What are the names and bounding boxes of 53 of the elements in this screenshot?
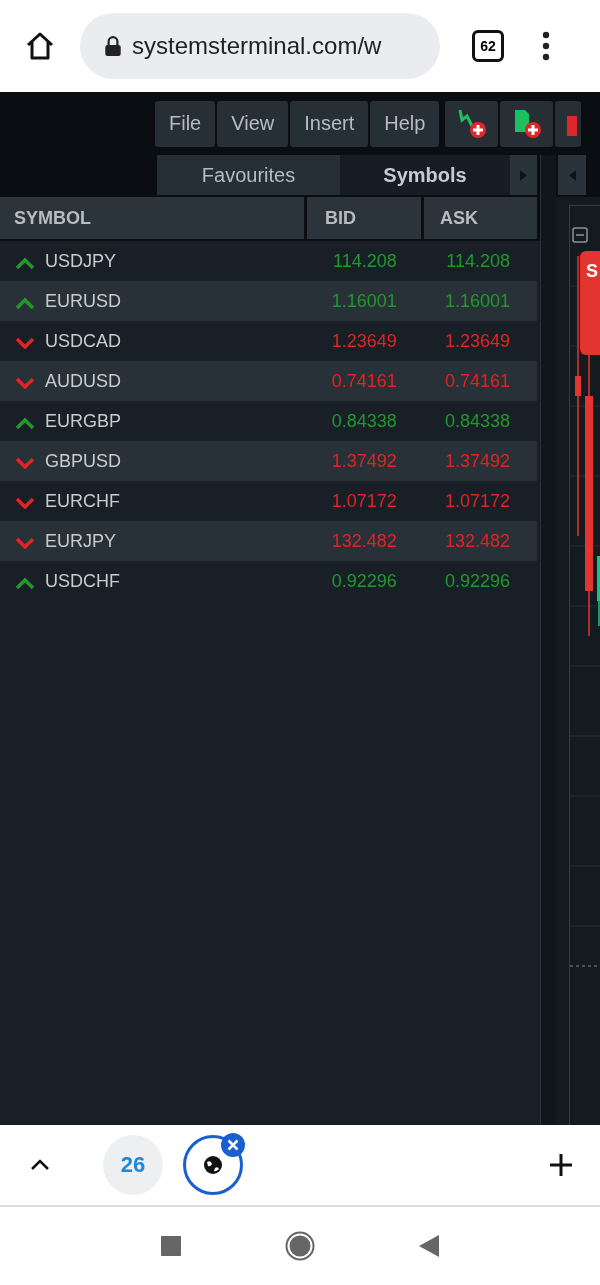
ask-price: 1.16001 bbox=[444, 290, 510, 312]
menu-button[interactable]: View bbox=[217, 100, 289, 147]
ask-price: 0.74161 bbox=[444, 370, 510, 392]
ask-price: 1.23649 bbox=[444, 330, 510, 352]
symbol-name: EURJPY bbox=[45, 530, 116, 552]
new-chart-button[interactable] bbox=[445, 100, 499, 147]
menu-button[interactable]: File bbox=[155, 100, 216, 147]
ask-price: 0.92296 bbox=[444, 570, 510, 592]
ask-price: 1.37492 bbox=[444, 450, 510, 472]
bid-price: 114.208 bbox=[333, 250, 397, 272]
panel-tab[interactable]: Symbols bbox=[340, 155, 510, 195]
address-bar[interactable]: systemsterminal.com/w bbox=[80, 13, 440, 79]
symbol-name: USDCAD bbox=[45, 330, 121, 352]
menu-icon[interactable] bbox=[542, 31, 550, 61]
tab-count-button[interactable]: 62 bbox=[472, 30, 504, 62]
symbol-name: EURUSD bbox=[45, 290, 121, 312]
symbol-name: USDCHF bbox=[45, 570, 120, 592]
menu-button[interactable]: Help bbox=[370, 100, 440, 147]
symbol-name: GBPUSD bbox=[45, 450, 122, 472]
close-icon[interactable] bbox=[221, 1133, 245, 1157]
chevron-up-icon[interactable] bbox=[30, 1159, 50, 1171]
column-header[interactable]: ASK bbox=[424, 197, 537, 239]
column-header[interactable]: BID bbox=[307, 197, 421, 239]
lock-icon bbox=[104, 35, 122, 57]
ask-price: 0.84338 bbox=[444, 410, 510, 432]
bid-price: 0.92296 bbox=[331, 570, 397, 592]
panel-tab[interactable]: Favourites bbox=[157, 155, 340, 195]
symbol-name: EURCHF bbox=[45, 490, 120, 512]
home-icon[interactable] bbox=[24, 30, 56, 62]
symbol-name: EURGBP bbox=[45, 410, 122, 432]
toolbar-button[interactable] bbox=[555, 100, 582, 147]
bid-price: 0.74161 bbox=[331, 370, 397, 392]
add-icon[interactable] bbox=[549, 1153, 573, 1177]
left-triangle-icon bbox=[568, 169, 576, 181]
ask-price: 1.07172 bbox=[444, 490, 510, 512]
ask-price: 132.482 bbox=[444, 530, 510, 552]
bid-price: 1.16001 bbox=[331, 290, 397, 312]
bid-price: 1.37492 bbox=[331, 450, 397, 472]
bid-price: 0.84338 bbox=[331, 410, 397, 432]
symbol-name: USDJPY bbox=[45, 250, 116, 272]
home-circle-icon[interactable] bbox=[285, 1231, 315, 1261]
bid-price: 132.482 bbox=[331, 530, 397, 552]
column-header[interactable]: SYMBOL bbox=[0, 197, 304, 239]
back-icon[interactable] bbox=[419, 1235, 439, 1257]
globe-icon bbox=[203, 1155, 223, 1175]
bid-price: 1.23649 bbox=[331, 330, 397, 352]
symbol-name: AUDUSD bbox=[45, 370, 121, 392]
new-order-button[interactable] bbox=[500, 100, 554, 147]
ask-price: 114.208 bbox=[446, 250, 510, 272]
right-triangle-icon bbox=[520, 169, 527, 181]
menu-button[interactable]: Insert bbox=[290, 100, 369, 147]
price-tag: S bbox=[580, 251, 600, 355]
bid-price: 1.07172 bbox=[331, 490, 397, 512]
